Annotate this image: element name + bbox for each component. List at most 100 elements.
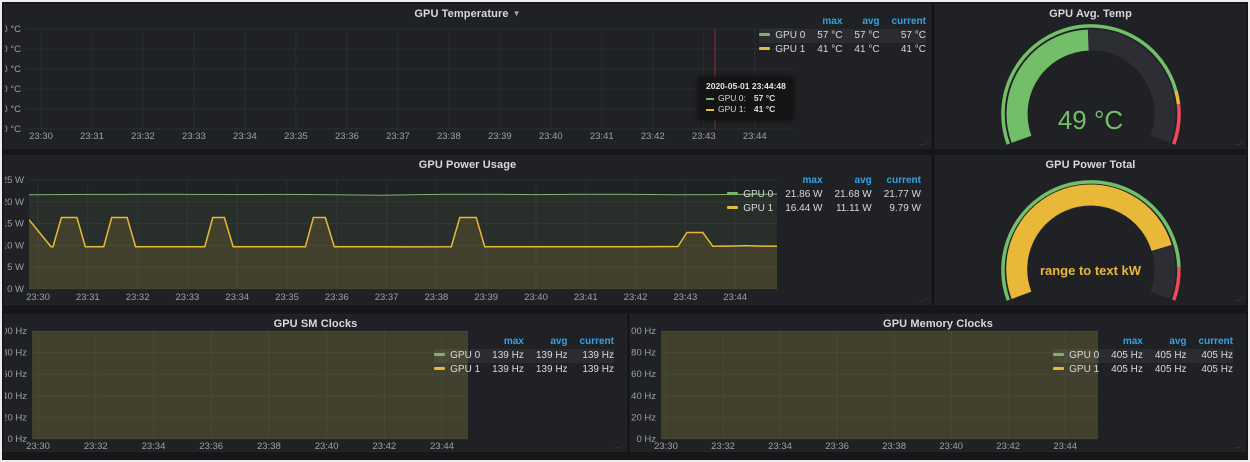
legend-header-current[interactable]: current — [1187, 335, 1233, 349]
series-marker — [727, 192, 738, 195]
grafana-dashboard: GPU Temperature▼ 0 °C20 °C40 °C60 °C80 °… — [0, 0, 1250, 462]
legend-series-gpu1[interactable]: GPU 1 — [1053, 363, 1099, 377]
legend-value: 405 Hz — [1143, 349, 1187, 363]
legend-header-row: max avg current — [434, 335, 614, 349]
legend-value: 21.77 W — [872, 188, 921, 202]
legend-header-max[interactable]: max — [805, 15, 842, 29]
svg-text:5 W: 5 W — [7, 262, 24, 273]
panel-gpu-sm-clocks: GPU SM Clocks 0 Hz20 Hz40 Hz60 Hz80 Hz10… — [4, 314, 627, 452]
legend-header-row: max avg current — [727, 174, 921, 188]
legend-value: 16.44 W — [773, 202, 822, 216]
svg-text:23:38: 23:38 — [437, 131, 461, 142]
legend-value: 405 Hz — [1187, 363, 1233, 377]
svg-text:23:32: 23:32 — [126, 292, 150, 303]
legend-header-max[interactable]: max — [480, 335, 524, 349]
svg-text:23:38: 23:38 — [424, 292, 448, 303]
gauge-value-text: range to text kW — [936, 263, 1245, 278]
svg-text:23:41: 23:41 — [574, 292, 598, 303]
legend-row-gpu0: GPU 0 57 °C 57 °C 57 °C — [759, 29, 926, 43]
legend-header-current[interactable]: current — [880, 15, 926, 29]
svg-text:23:31: 23:31 — [76, 292, 100, 303]
svg-text:23:34: 23:34 — [768, 441, 792, 451]
series-marker — [759, 33, 770, 36]
legend-series-gpu0[interactable]: GPU 0 — [1053, 349, 1099, 363]
legend-row-gpu1: GPU 1 405 Hz 405 Hz 405 Hz — [1053, 363, 1233, 377]
svg-text:23:38: 23:38 — [257, 441, 281, 451]
svg-text:23:32: 23:32 — [84, 441, 108, 451]
power-total-gauge — [936, 156, 1245, 304]
svg-text:23:42: 23:42 — [624, 292, 648, 303]
legend-series-gpu0[interactable]: GPU 0 — [759, 29, 805, 43]
svg-text:15 W: 15 W — [5, 219, 24, 230]
legend-header-avg[interactable]: avg — [524, 335, 568, 349]
tooltip-row: GPU 1: 41 °C — [706, 104, 786, 115]
series-marker — [1053, 367, 1064, 370]
svg-text:23:30: 23:30 — [29, 131, 53, 142]
series-dash-icon — [706, 109, 714, 111]
svg-text:23:40: 23:40 — [524, 292, 548, 303]
svg-text:23:43: 23:43 — [673, 292, 697, 303]
legend-value: 41 °C — [805, 43, 842, 57]
legend-value: 41 °C — [880, 43, 926, 57]
legend-header-max[interactable]: max — [773, 174, 822, 188]
svg-text:23:41: 23:41 — [590, 131, 614, 142]
legend-header-avg[interactable]: avg — [842, 15, 879, 29]
legend-value: 139 Hz — [568, 363, 614, 377]
svg-text:23:35: 23:35 — [284, 131, 308, 142]
svg-text:23:32: 23:32 — [131, 131, 155, 142]
svg-text:23:33: 23:33 — [182, 131, 206, 142]
svg-text:100 Hz: 100 Hz — [631, 326, 656, 337]
tooltip-row: GPU 0: 57 °C — [706, 93, 786, 104]
legend-series-gpu0[interactable]: GPU 0 — [434, 349, 480, 363]
svg-text:0 W: 0 W — [7, 284, 24, 295]
svg-text:23:32: 23:32 — [711, 441, 735, 451]
svg-text:23:37: 23:37 — [375, 292, 399, 303]
legend-row-gpu1: GPU 1 16.44 W 11.11 W 9.79 W — [727, 202, 921, 216]
legend-value: 139 Hz — [524, 349, 568, 363]
gauge-value-text: 49 °C — [936, 105, 1245, 136]
svg-text:23:30: 23:30 — [26, 441, 50, 451]
legend-value: 57 °C — [842, 29, 879, 43]
svg-text:100 Hz: 100 Hz — [5, 326, 27, 337]
svg-text:60 Hz: 60 Hz — [5, 369, 27, 380]
series-marker — [434, 353, 445, 356]
memory-clocks-legend: max avg current GPU 0 405 Hz 405 Hz 405 … — [1053, 335, 1233, 377]
svg-text:23:34: 23:34 — [233, 131, 257, 142]
legend-series-gpu1[interactable]: GPU 1 — [727, 202, 773, 216]
panel-gpu-temperature: GPU Temperature▼ 0 °C20 °C40 °C60 °C80 °… — [4, 4, 931, 149]
legend-header-avg[interactable]: avg — [1143, 335, 1187, 349]
legend-header-current[interactable]: current — [872, 174, 921, 188]
series-marker — [434, 367, 445, 370]
temperature-legend: max avg current GPU 0 57 °C 57 °C 57 °C … — [759, 15, 926, 57]
series-marker — [1053, 353, 1064, 356]
svg-text:80 Hz: 80 Hz — [631, 348, 656, 359]
legend-header-avg[interactable]: avg — [823, 174, 872, 188]
legend-row-gpu1: GPU 1 139 Hz 139 Hz 139 Hz — [434, 363, 614, 377]
svg-text:25 W: 25 W — [5, 175, 24, 186]
svg-text:23:38: 23:38 — [882, 441, 906, 451]
legend-value: 405 Hz — [1143, 363, 1187, 377]
svg-text:60 Hz: 60 Hz — [631, 369, 656, 380]
legend-value: 57 °C — [880, 29, 926, 43]
svg-text:23:40: 23:40 — [539, 131, 563, 142]
svg-text:23:44: 23:44 — [743, 131, 767, 142]
legend-series-gpu0[interactable]: GPU 0 — [727, 188, 773, 202]
svg-text:20 Hz: 20 Hz — [631, 412, 656, 423]
svg-text:23:36: 23:36 — [199, 441, 223, 451]
svg-text:23:33: 23:33 — [176, 292, 200, 303]
legend-series-gpu1[interactable]: GPU 1 — [434, 363, 480, 377]
legend-header-max[interactable]: max — [1099, 335, 1143, 349]
legend-value: 21.86 W — [773, 188, 822, 202]
svg-text:100 °C: 100 °C — [5, 24, 21, 35]
svg-text:23:42: 23:42 — [641, 131, 665, 142]
legend-header-current[interactable]: current — [568, 335, 614, 349]
legend-header-row: max avg current — [1053, 335, 1233, 349]
svg-text:23:30: 23:30 — [654, 441, 678, 451]
legend-series-gpu1[interactable]: GPU 1 — [759, 43, 805, 57]
panel-gpu-power-usage: GPU Power Usage 0 W5 W10 W15 W20 W25 W23… — [4, 155, 931, 305]
svg-text:80 Hz: 80 Hz — [5, 348, 27, 359]
svg-text:23:34: 23:34 — [142, 441, 166, 451]
panel-gpu-memory-clocks: GPU Memory Clocks 0 Hz20 Hz40 Hz60 Hz80 … — [630, 314, 1246, 452]
svg-text:23:36: 23:36 — [825, 441, 849, 451]
legend-value: 9.79 W — [872, 202, 921, 216]
